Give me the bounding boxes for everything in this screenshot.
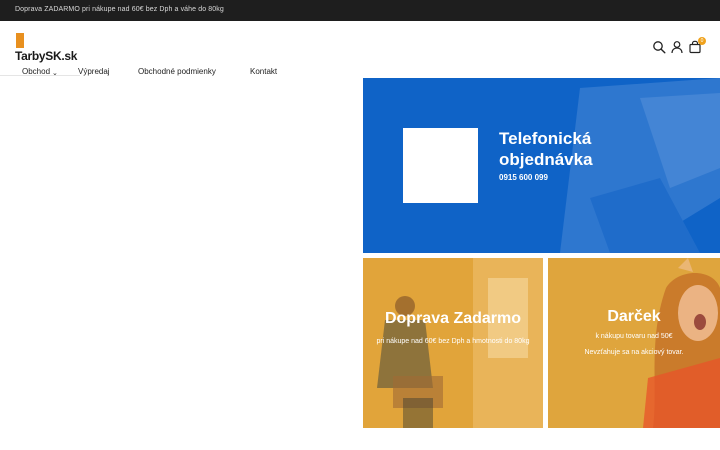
header-icons: 0 bbox=[652, 37, 708, 56]
free-shipping-banner[interactable]: Doprava Zadarmo pri nákupe nad 60€ bez D… bbox=[363, 258, 543, 428]
shipping-banner-title: Doprava Zadarmo bbox=[384, 310, 522, 327]
search-icon[interactable] bbox=[652, 40, 666, 54]
nav-item-kontakt[interactable]: Kontakt bbox=[250, 67, 277, 76]
phone-banner-title: Telefonická objednávka bbox=[499, 129, 593, 169]
cart-count-badge: 0 bbox=[698, 37, 706, 45]
logo-mark bbox=[16, 33, 24, 48]
user-icon[interactable] bbox=[670, 40, 684, 54]
announcement-bar: Doprava ZADARMO pri nákupe nad 60€ bez D… bbox=[0, 0, 720, 21]
gift-banner-title: Darček bbox=[607, 308, 661, 325]
nav-divider bbox=[0, 75, 80, 76]
phone-image-placeholder bbox=[403, 128, 478, 203]
gift-banner-line1: k nákupu tovaru nad 50€ bbox=[595, 333, 673, 340]
phone-number[interactable]: 0915 600 099 bbox=[499, 173, 548, 182]
shipping-banner-subtitle: pri nákupe nad 60€ bez Dph a hmotnosti d… bbox=[376, 338, 530, 345]
woman-decoration bbox=[643, 258, 720, 428]
phone-order-banner[interactable]: Telefonická objednávka 0915 600 099 bbox=[363, 78, 720, 253]
gift-banner-line2: Nevzťahuje sa na akciový tovar. bbox=[584, 349, 684, 356]
logo-text: TarbySK.sk bbox=[15, 49, 78, 63]
nav-item-vypredaj[interactable]: Výpredaj bbox=[78, 67, 110, 76]
nav-item-obchodne-podmienky[interactable]: Obchodné podmienky bbox=[138, 67, 216, 76]
announcement-text: Doprava ZADARMO pri nákupe nad 60€ bez D… bbox=[15, 6, 224, 13]
site-logo[interactable]: TarbySK.sk bbox=[14, 33, 84, 63]
gift-banner[interactable]: Darček k nákupu tovaru nad 50€ Nevzťahuj… bbox=[548, 258, 720, 428]
